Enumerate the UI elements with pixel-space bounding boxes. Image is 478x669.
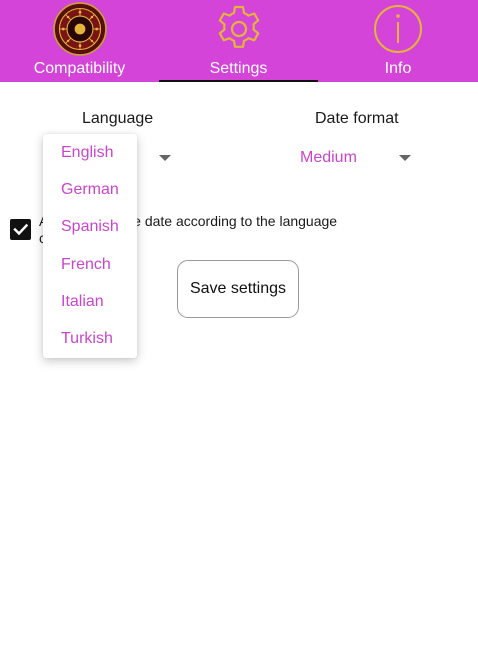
save-settings-button[interactable]: Save settings bbox=[177, 260, 299, 318]
tab-compatibility-label: Compatibility bbox=[33, 60, 126, 77]
tab-settings[interactable]: Settings bbox=[159, 0, 318, 82]
date-format-select[interactable]: Medium bbox=[300, 149, 357, 167]
date-language-checkbox[interactable] bbox=[10, 219, 31, 240]
language-option-english[interactable]: English bbox=[61, 144, 113, 162]
language-dropdown-arrow-icon[interactable] bbox=[159, 155, 171, 161]
language-dropdown-menu: English German Spanish French Italian Tu… bbox=[43, 134, 137, 358]
language-option-turkish[interactable]: Turkish bbox=[61, 330, 113, 348]
language-option-spanish[interactable]: Spanish bbox=[61, 218, 119, 236]
language-option-italian[interactable]: Italian bbox=[61, 293, 104, 311]
checkmark-icon bbox=[13, 223, 29, 236]
tab-info[interactable]: Info bbox=[318, 0, 478, 82]
language-header: Language bbox=[82, 110, 154, 127]
tab-info-label: Info bbox=[384, 60, 412, 77]
date-format-dropdown-arrow-icon[interactable] bbox=[399, 155, 411, 161]
language-option-german[interactable]: German bbox=[61, 181, 119, 199]
tab-bar: Compatibility Settings Info bbox=[0, 0, 478, 82]
tab-compatibility[interactable]: Compatibility bbox=[0, 0, 159, 82]
gear-icon bbox=[218, 5, 259, 48]
info-icon bbox=[374, 5, 422, 53]
date-format-header: Date format bbox=[315, 110, 399, 127]
tab-settings-label: Settings bbox=[209, 60, 268, 77]
zodiac-wheel-icon bbox=[52, 2, 107, 56]
language-option-french[interactable]: French bbox=[61, 256, 111, 274]
